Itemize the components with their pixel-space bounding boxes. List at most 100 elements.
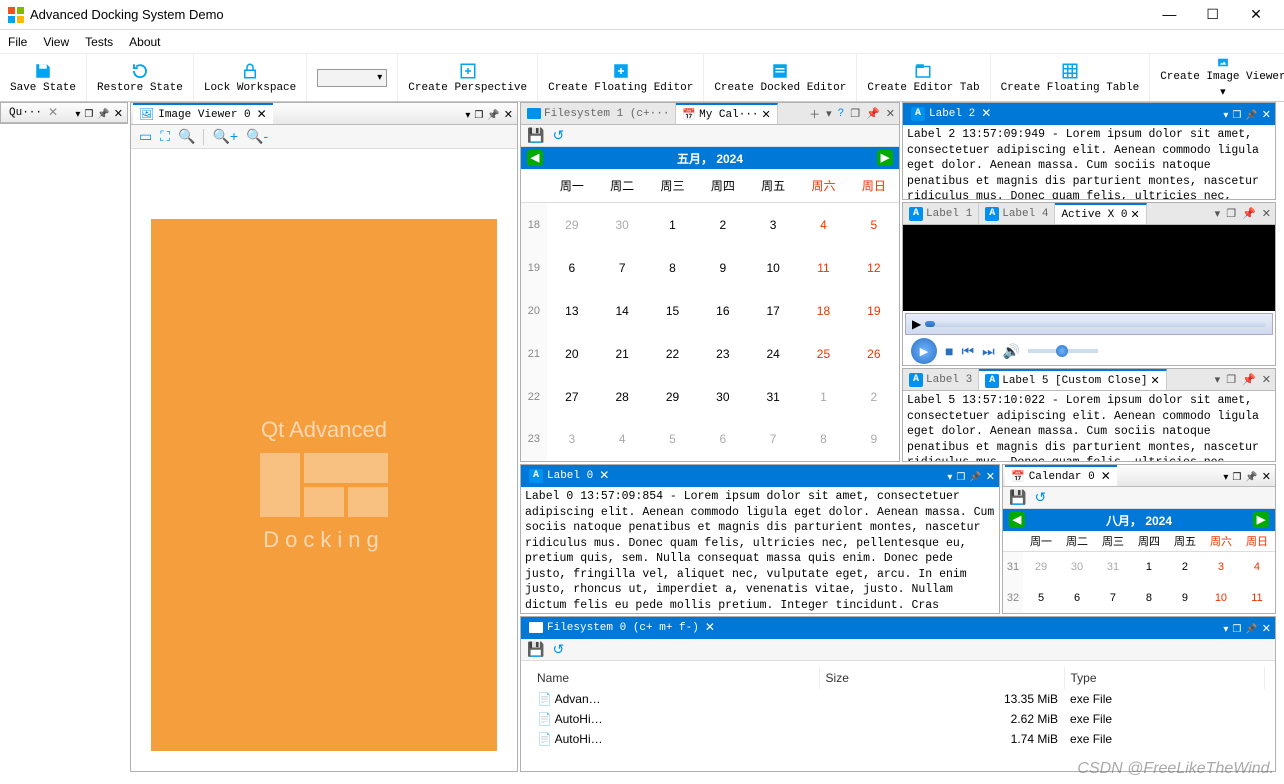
- history-icon[interactable]: ↺: [1034, 489, 1046, 506]
- watermark: CSDN @FreeLikeTheWind.: [1077, 760, 1274, 778]
- dropdown-icon[interactable]: [465, 107, 470, 121]
- close-icon[interactable]: ✕: [886, 107, 895, 121]
- zoom-in-icon[interactable]: 🔍+: [212, 128, 238, 145]
- close-icon[interactable]: [114, 106, 123, 120]
- tab-filesystem1[interactable]: Filesystem 1 (c+···: [521, 103, 676, 124]
- stub-tabbar: Qu···✕: [1, 103, 127, 123]
- label0-pane: ALabel 0✕ Label 0 13:57:09:854 - Lorem i…: [520, 464, 1000, 614]
- label2-tab[interactable]: ALabel 2✕: [905, 103, 997, 124]
- next-button[interactable]: ⏭: [982, 343, 995, 360]
- label2-pane: ALabel 2✕ Label 2 13:57:09:949 - Lorem i…: [902, 102, 1276, 200]
- label0-tabbar: ALabel 0✕: [521, 465, 999, 487]
- label2-text: Label 2 13:57:09:949 - Lorem ipsum dolor…: [903, 125, 1275, 199]
- create-editor-tab-button[interactable]: Create Editor Tab: [857, 54, 990, 101]
- menubar: File View Tests About: [0, 30, 1284, 54]
- save-state-button[interactable]: Save State: [0, 54, 87, 101]
- volume-slider[interactable]: [1028, 349, 1098, 353]
- history-icon[interactable]: ↺: [552, 641, 564, 658]
- calendar0-tab[interactable]: 📅Calendar 0✕: [1005, 465, 1117, 486]
- activex-tabs: ALabel 1 ALabel 4 Active X 0✕ ▾❐📌✕: [903, 203, 1275, 225]
- close-icon[interactable]: [504, 107, 513, 121]
- close-button[interactable]: ✕: [1236, 6, 1276, 23]
- stop-button[interactable]: ■: [945, 343, 953, 359]
- tab-label4[interactable]: ALabel 4: [979, 203, 1055, 224]
- fit-icon[interactable]: ▭: [139, 128, 152, 145]
- calendar-header: ◀ 五月， 2024 ▶: [521, 147, 899, 169]
- save-icon[interactable]: 💾: [527, 127, 544, 144]
- save-icon[interactable]: 💾: [1009, 489, 1026, 506]
- pin-icon[interactable]: 📌: [866, 107, 880, 121]
- tab-label1[interactable]: ALabel 1: [903, 203, 979, 224]
- calendar-title: 八月， 2024: [1106, 512, 1172, 529]
- brand-text: Qt Advanced: [261, 417, 387, 443]
- image-viewer-toolbar: ▭ ⛶ 🔍 🔍+ 🔍-: [131, 125, 517, 149]
- restore-state-button[interactable]: Restore State: [87, 54, 194, 101]
- undock-icon[interactable]: [84, 106, 93, 120]
- tab-activex0[interactable]: Active X 0✕: [1055, 203, 1146, 224]
- brand-text: Docking: [263, 527, 384, 553]
- menu-tests[interactable]: Tests: [85, 35, 113, 49]
- tab-mycalendar[interactable]: 📅My Cal···✕: [676, 103, 777, 124]
- tab-label3[interactable]: ALabel 3: [903, 369, 979, 390]
- stub-tab[interactable]: Qu···✕: [3, 103, 64, 122]
- progress-bar[interactable]: ▶: [905, 313, 1273, 335]
- menu-about[interactable]: About: [129, 35, 160, 49]
- toolbar: Save State Restore State Lock Workspace …: [0, 54, 1284, 102]
- image-viewer-tab[interactable]: 🖼Image Viewer 0✕: [133, 103, 273, 124]
- pin-icon[interactable]: [97, 106, 109, 120]
- help-icon[interactable]: ?: [838, 108, 845, 120]
- image-placeholder: Qt Advanced Docking: [151, 219, 497, 751]
- create-image-viewer-button[interactable]: Create Image Viewer▾: [1150, 54, 1284, 101]
- close-icon[interactable]: ✕: [48, 105, 58, 120]
- close-icon[interactable]: ✕: [257, 107, 267, 122]
- maximize-button[interactable]: ☐: [1193, 6, 1233, 23]
- filesystem0-tab[interactable]: Filesystem 0 (c+ m+ f-)✕: [523, 617, 721, 638]
- history-icon[interactable]: ↺: [552, 127, 564, 144]
- label5-tabs: ALabel 3 ALabel 5 [Custom Close]✕ ▾❐📌✕: [903, 369, 1275, 391]
- video-area: [903, 225, 1275, 311]
- window-title: Advanced Docking System Demo: [30, 7, 1149, 22]
- filesystem-table[interactable]: NameSizeType📄 Advan…13.35 MiBexe File📄 A…: [521, 661, 1275, 755]
- dropdown-icon[interactable]: ▾: [826, 107, 832, 121]
- lock-workspace-button[interactable]: Lock Workspace: [194, 54, 307, 101]
- label0-tab[interactable]: ALabel 0✕: [523, 465, 615, 486]
- prev-month-button[interactable]: ◀: [527, 150, 543, 166]
- image-viewer-pane: 🖼Image Viewer 0✕ ▭ ⛶ 🔍 🔍+ 🔍- Qt Advanced…: [130, 102, 518, 772]
- undock-icon[interactable]: [474, 107, 483, 121]
- add-icon[interactable]: ＋: [809, 106, 820, 122]
- calendar-minibar: 💾↺: [521, 125, 899, 147]
- zoom-out-icon[interactable]: 🔍-: [246, 128, 268, 145]
- calendar-tabs: Filesystem 1 (c+··· 📅My Cal···✕ ＋ ▾? ❐ 📌 ✕: [521, 103, 899, 125]
- undock-icon[interactable]: ❐: [850, 107, 860, 121]
- calendar-grid[interactable]: 周一周二周三周四周五周六周日18293012345196789101112201…: [521, 169, 899, 461]
- calendar0-tabbar: 📅Calendar 0✕: [1003, 465, 1275, 487]
- prev-month-button[interactable]: ◀: [1009, 512, 1025, 528]
- menu-file[interactable]: File: [8, 35, 27, 49]
- create-floating-editor-button[interactable]: Create Floating Editor: [538, 54, 704, 101]
- label2-tabbar: ALabel 2✕: [903, 103, 1275, 125]
- filesystem0-tabbar: Filesystem 0 (c+ m+ f-)✕: [521, 617, 1275, 639]
- dropdown-icon[interactable]: [75, 106, 80, 120]
- create-floating-table-button[interactable]: Create Floating Table: [991, 54, 1151, 101]
- calendar0-grid[interactable]: 周一周二周三周四周五周六周日31293031123432567891011: [1003, 531, 1275, 613]
- label5-text: Label 5 13:57:10:022 - Lorem ipsum dolor…: [903, 391, 1275, 461]
- fullscreen-icon[interactable]: ⛶: [160, 128, 170, 145]
- next-month-button[interactable]: ▶: [877, 150, 893, 166]
- left-stub-pane: Qu···✕: [0, 102, 128, 124]
- save-icon[interactable]: 💾: [527, 641, 544, 658]
- zoom-actual-icon[interactable]: 🔍: [178, 128, 195, 145]
- titlebar: Advanced Docking System Demo — ☐ ✕: [0, 0, 1284, 30]
- prev-button[interactable]: ⏮: [961, 343, 974, 360]
- tab-label5[interactable]: ALabel 5 [Custom Close]✕: [979, 369, 1166, 390]
- minimize-button[interactable]: —: [1149, 6, 1189, 22]
- perspective-select[interactable]: ▾: [307, 54, 398, 101]
- play-button[interactable]: ▶: [911, 338, 937, 364]
- pin-icon[interactable]: [487, 107, 499, 121]
- filesystem0-pane: Filesystem 0 (c+ m+ f-)✕ 💾 ↺ NameSizeType…: [520, 616, 1276, 772]
- calendar0-pane: 📅Calendar 0✕ 💾 ↺ ◀ 八月， 2024 ▶ 周一周二周三周四周五周六周…: [1002, 464, 1276, 614]
- next-month-button[interactable]: ▶: [1253, 512, 1269, 528]
- mute-button[interactable]: 🔊: [1003, 343, 1020, 360]
- create-docked-editor-button[interactable]: Create Docked Editor: [704, 54, 857, 101]
- create-perspective-button[interactable]: Create Perspective: [398, 54, 538, 101]
- menu-view[interactable]: View: [43, 35, 69, 49]
